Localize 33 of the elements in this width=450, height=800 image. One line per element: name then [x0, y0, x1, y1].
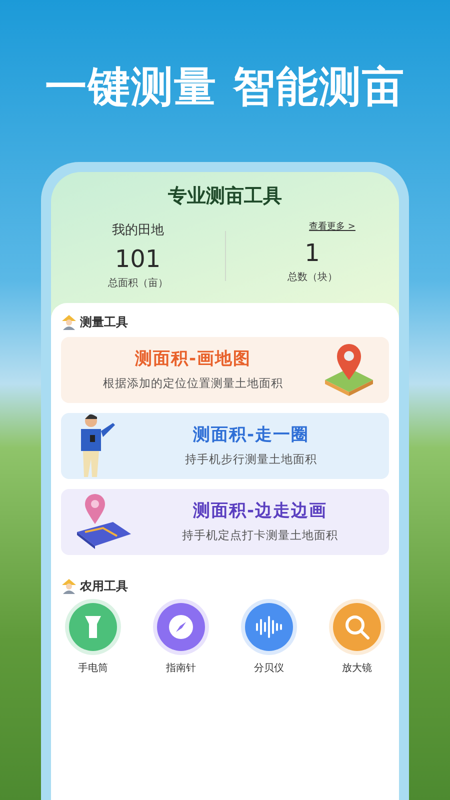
tool-label: 指南针 — [166, 662, 196, 676]
tool-button[interactable] — [245, 602, 293, 651]
card-subtitle: 持手机定点打卡测量土地面积 — [182, 527, 338, 544]
screen-title: 专业测亩工具 — [167, 184, 283, 210]
flashlight-icon — [83, 614, 103, 640]
tool-button[interactable] — [157, 602, 205, 651]
tool-label: 手电筒 — [78, 662, 108, 676]
tool-label: 放大镜 — [342, 662, 372, 676]
headline: 一键测量 智能测亩 — [45, 62, 405, 112]
farmer-icon — [61, 314, 77, 330]
card-title: 测面积-边走边画 — [192, 500, 328, 523]
stat-value: 1 — [304, 238, 320, 270]
measure-tool-card[interactable]: 测面积-边走边画 持手机定点打卡测量土地面积 — [61, 488, 389, 555]
stat-value: 101 — [114, 244, 161, 276]
card-subtitle: 根据添加的定位位置测量土地面积 — [103, 375, 283, 392]
card-title: 测面积-走一圈 — [192, 424, 310, 447]
compass-icon — [168, 614, 194, 640]
stat-label: 总数（块） — [287, 270, 338, 285]
measure-tool-card[interactable]: 测面积-画地图 根据添加的定位位置测量土地面积 — [61, 336, 389, 403]
view-more-link[interactable]: 查看更多 > — [309, 220, 356, 234]
card-subtitle: 持手机步行测量土地面积 — [185, 451, 317, 468]
section-title: 农用工具 — [80, 578, 128, 595]
stat-label: 总面积（亩） — [108, 276, 168, 291]
section-label: 我的田地 — [112, 222, 164, 240]
tool-label: 分贝仪 — [254, 662, 284, 676]
tool-button[interactable] — [69, 602, 117, 651]
farmer-icon — [61, 578, 77, 594]
tool-button[interactable] — [333, 602, 381, 651]
sound-wave-icon — [255, 614, 283, 639]
section-title: 测量工具 — [80, 314, 128, 331]
card-title: 测面积-画地图 — [134, 348, 252, 371]
measure-tool-card[interactable]: 测面积-走一圈 持手机步行测量土地面积 — [61, 412, 389, 479]
magnifier-icon — [344, 614, 370, 640]
